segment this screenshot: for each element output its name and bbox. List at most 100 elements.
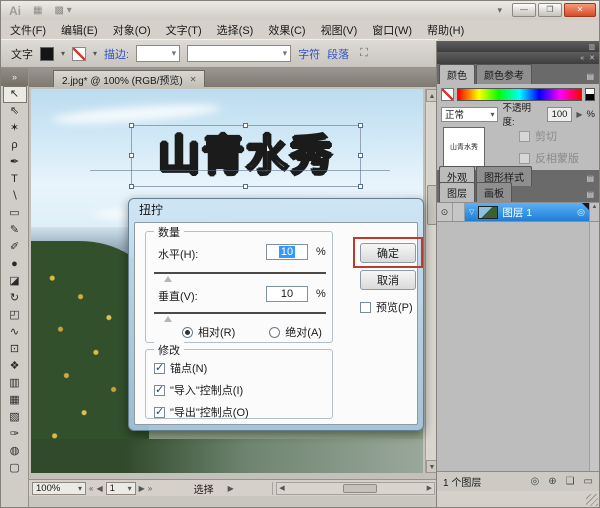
tab-artboards[interactable]: 画板 (476, 182, 512, 202)
layer-name[interactable]: 图层 1 (502, 205, 532, 220)
checked-checkbox[interactable] (154, 383, 165, 396)
horizontal-slider-thumb[interactable] (164, 276, 172, 282)
status-indicator[interactable]: 选择 ▶ (155, 481, 274, 496)
scroll-left-icon[interactable]: ◀ (279, 484, 284, 492)
white-black-swatch[interactable] (585, 87, 595, 101)
paragraph-panel-link[interactable]: 段落 (327, 46, 349, 62)
collapse-panels-icon[interactable]: « (580, 55, 584, 62)
fill-dropdown-icon[interactable]: ▾ (61, 49, 65, 58)
layers-scrollbar-track[interactable] (589, 222, 599, 471)
menu-item[interactable]: 文字(T) (166, 22, 202, 38)
gradient-tool[interactable]: ▧ (3, 409, 27, 426)
selection-handle[interactable] (129, 153, 134, 158)
preview-checkbox[interactable] (360, 301, 371, 313)
layers-scroll-up-icon[interactable]: ▲ (589, 203, 599, 221)
type-tool[interactable]: T (3, 171, 27, 188)
invert-mask-checkbox[interactable] (519, 152, 530, 164)
make-clipping-mask-icon[interactable]: ◎ (530, 476, 539, 487)
opacity-stepper-icon[interactable]: ▶ (576, 110, 582, 119)
stroke-dropdown-icon[interactable]: ▾ (93, 49, 97, 58)
first-artboard-icon[interactable]: « (89, 484, 93, 493)
selection-handle[interactable] (358, 153, 363, 158)
rectangle-tool[interactable]: ▭ (3, 205, 27, 222)
menu-item[interactable]: 视图(V) (321, 22, 358, 38)
layer-expand-icon[interactable]: ▽ (469, 208, 474, 216)
selection-handle[interactable] (243, 184, 248, 189)
tab-close-icon[interactable]: ✕ (190, 75, 197, 84)
stroke-label[interactable]: 描边: (104, 46, 129, 62)
new-sublayer-icon[interactable]: ⊕ (548, 476, 556, 487)
close-button[interactable]: ✕ (564, 3, 596, 17)
tab-color-guide[interactable]: 颜色参考 (476, 64, 532, 84)
scale-tool[interactable]: ◰ (3, 307, 27, 324)
mesh-tool[interactable]: ▦ (3, 392, 27, 409)
color-spectrum-bar[interactable] (457, 87, 582, 101)
relative-radio[interactable]: 相对(R) (182, 324, 235, 340)
titlebar-menu-arrow-icon[interactable]: ▾ (497, 5, 502, 16)
artwork-text[interactable]: 山青水秀 (132, 126, 360, 186)
tab-color[interactable]: 颜色 (439, 64, 475, 84)
eyedropper-tool[interactable]: ✑ (3, 426, 27, 443)
workspace-switcher-icon[interactable]: ▩ ▾ (54, 5, 71, 16)
resize-grip[interactable] (586, 494, 598, 506)
eraser-tool[interactable]: ◪ (3, 273, 27, 290)
lasso-tool[interactable]: ρ (3, 137, 27, 154)
selection-handle[interactable] (358, 184, 363, 189)
visibility-eye-icon[interactable]: ⊙ (437, 203, 453, 221)
vertical-slider-track[interactable] (154, 312, 326, 314)
panel-menu-icon[interactable]: ▤ (586, 174, 597, 186)
horizontal-slider-track[interactable] (154, 272, 326, 274)
opacity-input[interactable]: 100 (546, 106, 573, 122)
panel-menu-icon[interactable]: ▤ (586, 190, 597, 202)
direct-selection-tool[interactable]: ⇖ (3, 103, 27, 120)
document-tab[interactable]: 2.jpg* @ 100% (RGB/预览) ✕ (53, 70, 206, 87)
blend-tool[interactable]: ◍ (3, 443, 27, 460)
maximize-button[interactable]: ❐ (538, 3, 562, 17)
pencil-tool[interactable]: ✐ (3, 239, 27, 256)
previous-artboard-icon[interactable]: ◀ (96, 484, 102, 493)
dock-close-icon[interactable]: ✕ (589, 54, 595, 62)
fill-color-swatch[interactable] (40, 46, 54, 61)
tool-palette-collapse-icon[interactable]: » (1, 68, 28, 86)
blend-mode-select[interactable]: 正常 ▾ (441, 106, 499, 122)
vertical-input[interactable]: 10 (266, 286, 308, 302)
menu-item[interactable]: 窗口(W) (372, 22, 412, 38)
column-graph-tool[interactable]: ▥ (3, 375, 27, 392)
selected-layer[interactable]: ▽ 图层 1 ◎ (465, 203, 589, 221)
bridge-icon[interactable]: ▦ (33, 5, 42, 16)
lock-toggle-cell[interactable] (453, 203, 465, 221)
menu-item[interactable]: 帮助(H) (427, 22, 464, 38)
stroke-color-swatch[interactable] (72, 46, 87, 61)
next-artboard-icon[interactable]: ▶ (139, 484, 145, 493)
last-artboard-icon[interactable]: » (148, 484, 152, 493)
tab-layers[interactable]: 图层 (439, 182, 475, 202)
stroke-weight-select[interactable]: ▾ (136, 45, 181, 62)
text-selection-box[interactable]: 山青水秀 (90, 123, 390, 189)
scroll-right-icon[interactable]: ▶ (427, 484, 432, 492)
brush-definition-select[interactable]: ▾ (187, 45, 292, 62)
style-options-icon[interactable]: ⛶ (360, 47, 368, 60)
delete-layer-icon[interactable]: ▭ (584, 476, 593, 487)
free-transform-tool[interactable]: ⊡ (3, 341, 27, 358)
dock-grid-icon[interactable]: ▥ (588, 43, 595, 51)
symbol-sprayer-tool[interactable]: ❖ (3, 358, 27, 375)
selection-handle[interactable] (243, 123, 248, 128)
layer-target-icon[interactable]: ◎ (577, 207, 585, 218)
menu-item[interactable]: 对象(O) (113, 22, 151, 38)
none-color-swatch[interactable] (441, 87, 454, 101)
absolute-radio[interactable]: 绝对(A) (269, 324, 322, 340)
menu-item[interactable]: 编辑(E) (61, 22, 98, 38)
line-segment-tool[interactable]: ∖ (3, 188, 27, 205)
checked-checkbox[interactable] (154, 405, 165, 418)
horizontal-scrollbar[interactable]: ◀ ▶ (276, 481, 435, 495)
menu-item[interactable]: 文件(F) (10, 22, 46, 38)
artboard-tool[interactable]: ▢ (3, 460, 27, 477)
horizontal-scroll-thumb[interactable] (343, 483, 378, 493)
artboard-number-select[interactable]: 1 ▾ (105, 481, 136, 495)
minimize-button[interactable]: — (512, 3, 536, 17)
new-layer-icon[interactable]: ❏ (566, 476, 575, 487)
selection-handle[interactable] (129, 123, 134, 128)
menu-item[interactable]: 选择(S) (217, 22, 254, 38)
selection-handle[interactable] (129, 184, 134, 189)
magic-wand-tool[interactable]: ✶ (3, 120, 27, 137)
